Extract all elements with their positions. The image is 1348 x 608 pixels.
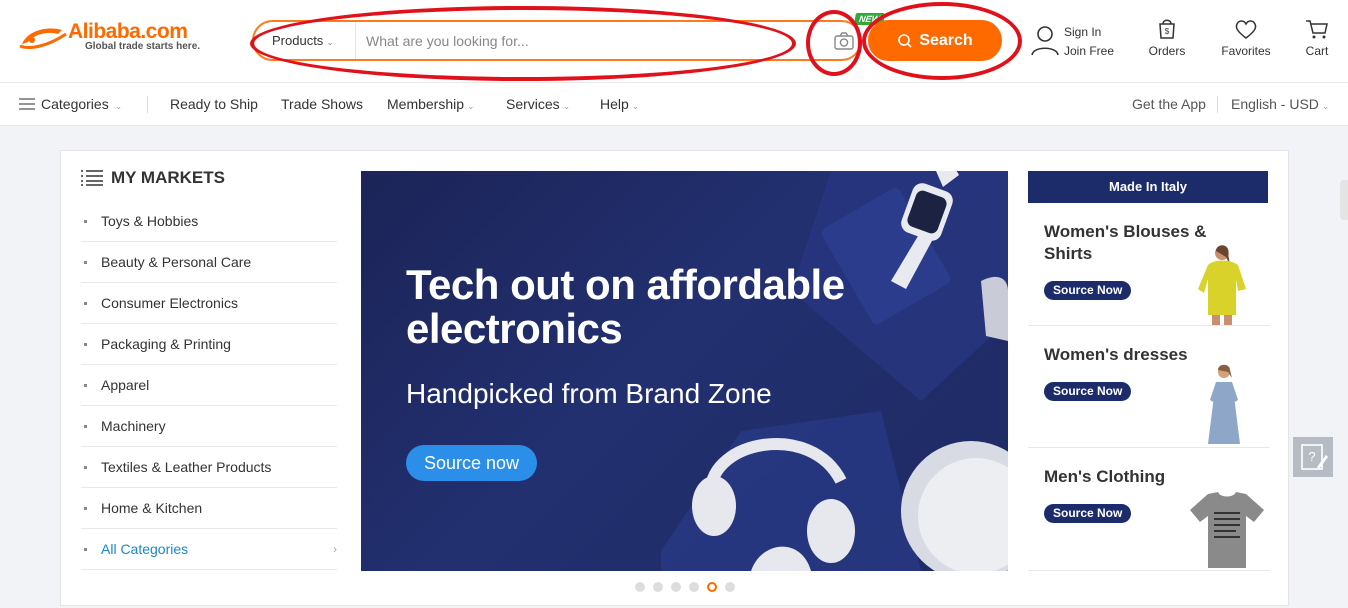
feedback-button[interactable]: ? xyxy=(1293,437,1333,477)
nav-trade-shows[interactable]: Trade Shows xyxy=(281,83,363,126)
camera-icon[interactable] xyxy=(832,30,856,52)
account-menu[interactable]: Sign In Join Free xyxy=(1030,22,1130,62)
orders-label: Orders xyxy=(1148,44,1186,58)
all-categories-label: All Categories xyxy=(101,541,189,557)
side-card-title: Women's dresses xyxy=(1044,345,1188,364)
feedback-icon: ? xyxy=(1301,444,1328,470)
market-item-home-kitchen[interactable]: Home & Kitchen xyxy=(81,488,337,529)
carousel-dot[interactable] xyxy=(653,582,663,592)
search-icon xyxy=(898,33,912,48)
nav-divider xyxy=(147,96,148,113)
search-bar: Products ⌄ xyxy=(252,20,862,61)
source-now-small-button[interactable]: Source Now xyxy=(1044,281,1132,300)
language-currency-select[interactable]: English - USD ⌄ xyxy=(1231,83,1329,126)
carousel-dots xyxy=(635,582,735,592)
nav-membership-label: Membership xyxy=(387,96,465,112)
side-card-womens-blouses[interactable]: Women's Blouses & Shirts Source Now xyxy=(1028,203,1270,326)
market-item-machinery[interactable]: Machinery xyxy=(81,406,337,447)
nav-categories-label: Categories xyxy=(41,96,109,112)
tshirt-product-image xyxy=(1190,492,1264,568)
chevron-down-icon: ⌄ xyxy=(1321,101,1330,111)
orders-icon: $ xyxy=(1159,19,1175,39)
market-item-consumer-electronics[interactable]: Consumer Electronics xyxy=(81,283,337,324)
nav-membership[interactable]: Membership ⌄ xyxy=(387,83,475,126)
alibaba-logo-mark-icon xyxy=(19,28,67,49)
nav-services-label: Services xyxy=(506,96,560,112)
join-free-link[interactable]: Join Free xyxy=(1064,44,1114,58)
nav-get-app[interactable]: Get the App xyxy=(1132,83,1206,126)
menu-icon xyxy=(19,98,35,110)
top-header: Alibaba.com Global trade starts here. Pr… xyxy=(0,0,1348,82)
sign-in-link[interactable]: Sign In xyxy=(1064,25,1101,39)
electronics-illustration xyxy=(661,171,1008,571)
side-scroll-tab[interactable] xyxy=(1340,180,1348,220)
market-item-all-categories[interactable]: All Categories › xyxy=(81,529,337,570)
svg-text:?: ? xyxy=(1308,449,1315,464)
user-icon xyxy=(1031,26,1059,56)
side-card-title: Men's Clothing xyxy=(1044,467,1166,486)
source-now-small-button[interactable]: Source Now xyxy=(1044,504,1132,523)
cart-icon xyxy=(1306,20,1328,39)
chevron-down-icon: ⌄ xyxy=(631,101,640,111)
made-in-italy-panel: Made In Italy Women's Blouses & Shirts S… xyxy=(1028,171,1270,571)
carousel-dot[interactable] xyxy=(671,582,681,592)
hero-banner[interactable]: Tech out on affordable electronics Handp… xyxy=(361,171,1008,571)
search-button[interactable]: Search xyxy=(868,20,1002,61)
source-now-button[interactable]: Source now xyxy=(406,445,537,481)
chevron-right-icon: › xyxy=(333,542,337,556)
chevron-down-icon: ⌄ xyxy=(562,101,571,111)
favorites-button[interactable]: Favorites xyxy=(1219,18,1273,62)
source-now-small-button[interactable]: Source Now xyxy=(1044,382,1132,401)
nav-divider xyxy=(1217,96,1218,113)
market-item-textiles-leather[interactable]: Textiles & Leather Products xyxy=(81,447,337,488)
orders-button[interactable]: $ Orders xyxy=(1148,18,1186,62)
search-button-label: Search xyxy=(919,31,973,49)
nav-ready-to-ship[interactable]: Ready to Ship xyxy=(170,83,258,126)
my-markets-heading: MY MARKETS xyxy=(81,168,225,188)
market-list: Toys & Hobbies Beauty & Personal Care Co… xyxy=(81,201,337,570)
main-nav: Categories ⌄ Ready to Ship Trade Shows Me… xyxy=(0,82,1348,126)
market-item-packaging-printing[interactable]: Packaging & Printing xyxy=(81,324,337,365)
nav-help-label: Help xyxy=(600,96,629,112)
chevron-down-icon: ⌄ xyxy=(326,37,334,47)
search-category-label: Products xyxy=(272,33,324,48)
carousel-dot[interactable] xyxy=(725,582,735,592)
language-currency-label: English - USD xyxy=(1231,96,1319,112)
svg-text:$: $ xyxy=(1165,27,1170,36)
alibaba-logo[interactable]: Alibaba.com Global trade starts here. xyxy=(18,20,218,60)
banner-subtitle: Handpicked from Brand Zone xyxy=(406,378,772,409)
cart-label: Cart xyxy=(1305,44,1329,58)
side-card-mens-clothing[interactable]: Men's Clothing Source Now xyxy=(1028,448,1270,571)
carousel-dot[interactable] xyxy=(635,582,645,592)
search-category-select[interactable]: Products ⌄ xyxy=(254,22,356,59)
market-item-apparel[interactable]: Apparel xyxy=(81,365,337,406)
home-main-panel: MY MARKETS Toys & Hobbies Beauty & Perso… xyxy=(60,150,1289,606)
cart-button[interactable]: Cart xyxy=(1302,18,1332,62)
side-card-title: Women's Blouses & Shirts xyxy=(1044,222,1207,263)
heart-icon xyxy=(1235,20,1257,39)
chevron-down-icon: ⌄ xyxy=(467,101,475,111)
search-input[interactable] xyxy=(358,22,818,59)
market-item-beauty-personal-care[interactable]: Beauty & Personal Care xyxy=(81,242,337,283)
list-icon xyxy=(81,170,103,186)
favorites-label: Favorites xyxy=(1221,44,1271,58)
dress-product-image xyxy=(1208,364,1240,444)
nav-categories[interactable]: Categories ⌄ xyxy=(19,83,122,126)
blouse-product-image xyxy=(1198,245,1246,325)
made-in-italy-heading: Made In Italy xyxy=(1028,171,1268,203)
side-card-womens-dresses[interactable]: Women's dresses Source Now xyxy=(1028,326,1270,448)
carousel-dot-active[interactable] xyxy=(707,582,717,592)
nav-help[interactable]: Help ⌄ xyxy=(600,83,639,126)
chevron-down-icon: ⌄ xyxy=(114,101,123,111)
nav-services[interactable]: Services ⌄ xyxy=(506,83,570,126)
banner-title: Tech out on affordable electronics xyxy=(406,261,845,352)
my-markets-title: MY MARKETS xyxy=(111,168,225,187)
carousel-dot[interactable] xyxy=(689,582,699,592)
market-item-toys-hobbies[interactable]: Toys & Hobbies xyxy=(81,201,337,242)
logo-tagline: Global trade starts here. xyxy=(85,41,201,52)
